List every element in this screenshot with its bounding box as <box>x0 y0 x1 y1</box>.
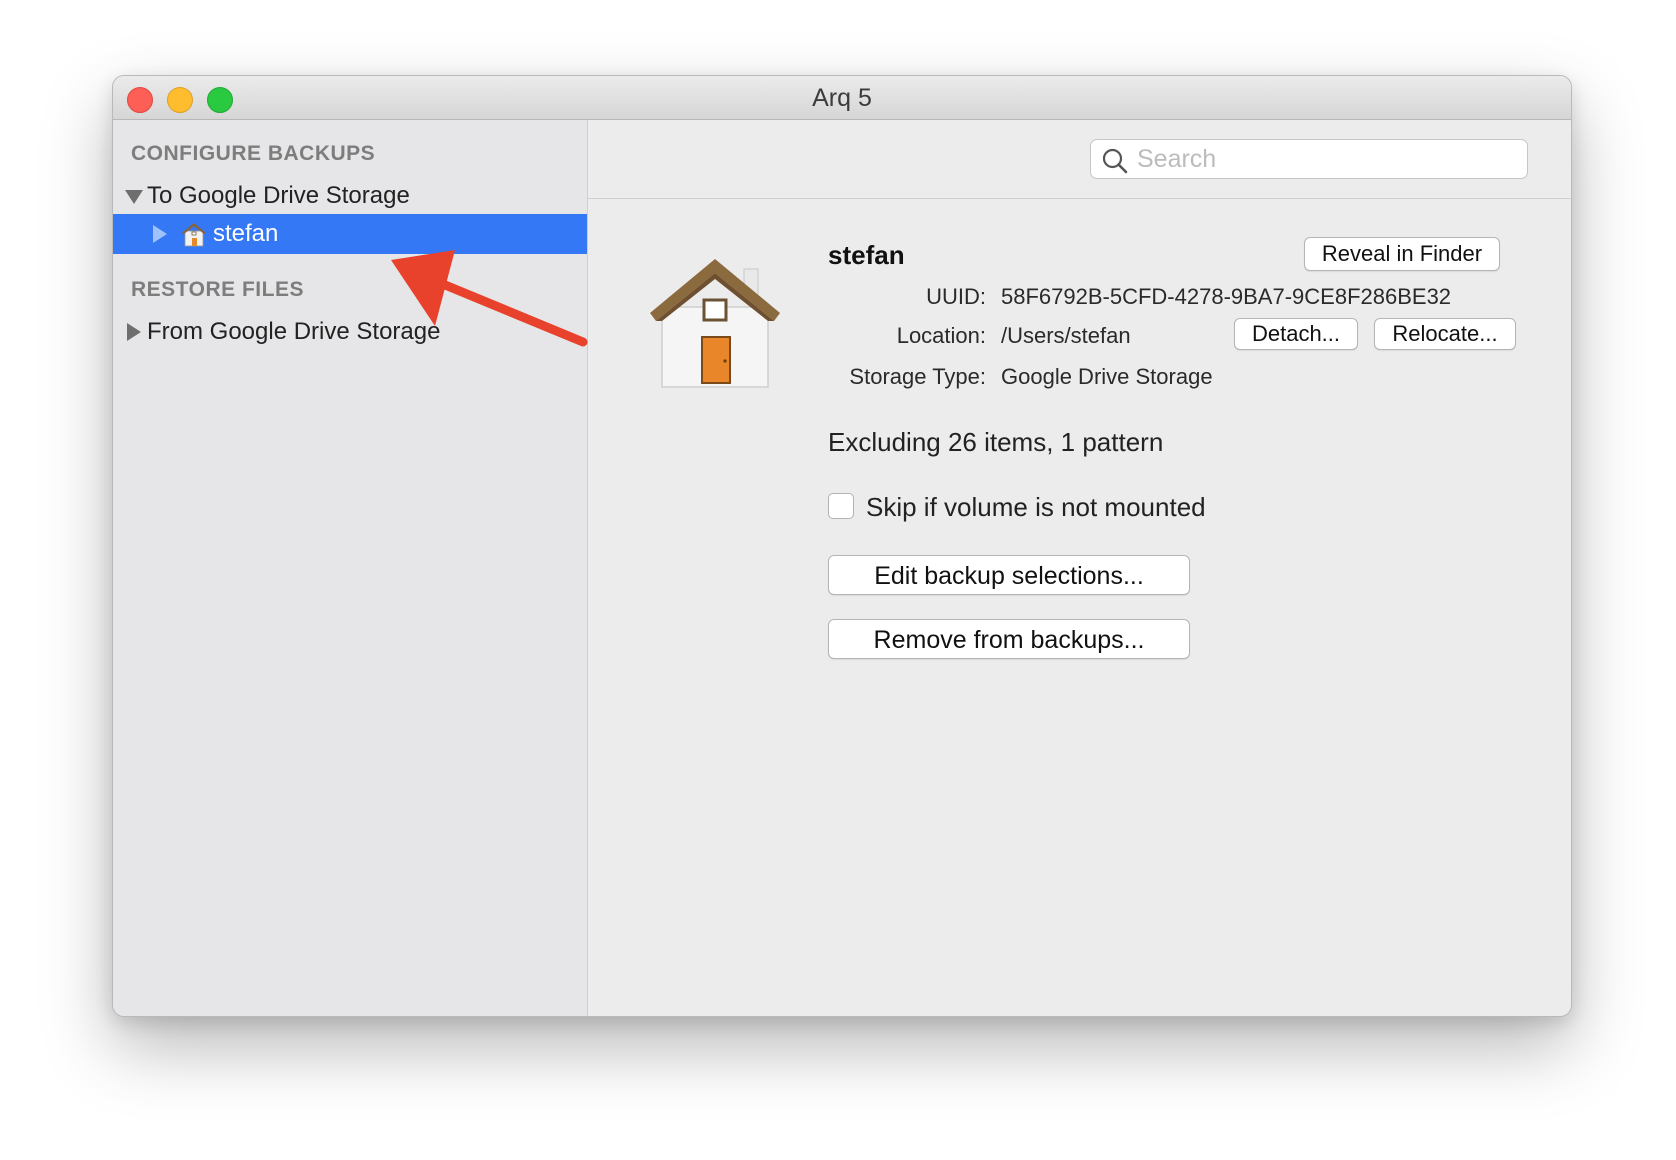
search-icon <box>1102 148 1128 174</box>
uuid-value: 58F6792B-5CFD-4278-9BA7-9CE8F286BE32 <box>1001 284 1452 309</box>
toolbar <box>588 120 1571 199</box>
detach-button[interactable]: Detach... <box>1234 318 1358 350</box>
tree-item-to-google-drive[interactable]: To Google Drive Storage <box>113 176 587 216</box>
app-window: Arq 5 CONFIGURE BACKUPS To Google Drive … <box>112 75 1572 1017</box>
detail-pane: stefan Reveal in Finder UUID: 58F6792B-5… <box>588 120 1571 1016</box>
window-title: Arq 5 <box>812 84 872 112</box>
skip-if-not-mounted-checkbox[interactable] <box>828 493 854 519</box>
home-folder-icon <box>182 223 206 247</box>
tree-item-label: stefan <box>213 220 279 247</box>
search-field[interactable] <box>1090 139 1528 179</box>
exclusion-summary: Excluding 26 items, 1 pattern <box>828 427 1164 457</box>
backup-folder-name: stefan <box>828 240 905 270</box>
title-bar: Arq 5 <box>113 76 1571 120</box>
annotation-arrow <box>391 250 588 347</box>
restore-files-header: RESTORE FILES <box>131 278 304 301</box>
home-folder-large-icon <box>650 259 780 388</box>
disclosure-triangle-expanded-icon[interactable] <box>125 190 143 204</box>
search-input[interactable] <box>1137 143 1517 175</box>
uuid-label: UUID: <box>926 284 986 309</box>
tree-item-label: To Google Drive Storage <box>147 182 410 209</box>
storage-type-value: Google Drive Storage <box>1001 364 1213 389</box>
disclosure-triangle-collapsed-icon[interactable] <box>153 225 167 243</box>
remove-from-backups-button[interactable]: Remove from backups... <box>828 619 1190 659</box>
disclosure-triangle-collapsed-icon[interactable] <box>127 323 141 341</box>
configure-backups-header: CONFIGURE BACKUPS <box>131 142 376 165</box>
location-value: /Users/stefan <box>1001 323 1131 348</box>
edit-backup-selections-button[interactable]: Edit backup selections... <box>828 555 1190 595</box>
location-label: Location: <box>896 323 986 348</box>
skip-if-not-mounted-label[interactable]: Skip if volume is not mounted <box>866 492 1206 523</box>
storage-type-label: Storage Type: <box>849 364 986 389</box>
relocate-button[interactable]: Relocate... <box>1374 318 1516 350</box>
reveal-in-finder-button[interactable]: Reveal in Finder <box>1304 237 1500 271</box>
